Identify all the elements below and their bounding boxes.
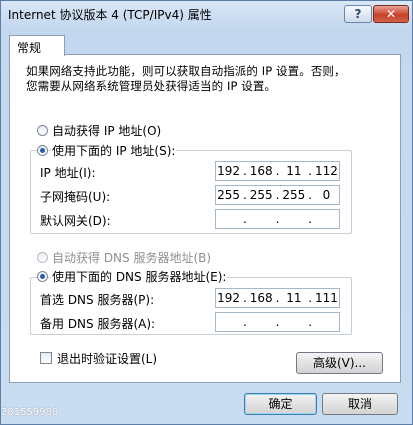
alternate-dns-input[interactable]: ... [215, 312, 340, 332]
dns-manual-radio[interactable] [37, 271, 48, 282]
window-title: Internet 协议版本 4 (TCP/IPv4) 属性 [8, 8, 212, 22]
watermark-text: 281559980 [1, 407, 59, 418]
gateway-label: 默认网关(D): [40, 214, 111, 228]
subnet-mask-label: 子网掩码(U): [40, 190, 111, 204]
alternate-dns-label: 备用 DNS 服务器(A): [40, 317, 156, 331]
validate-label[interactable]: 退出时验证设置(L) [56, 350, 159, 367]
description-line-1: 如果网络支持此功能，则可以获取自动指派的 IP 设置。否则， [26, 64, 346, 78]
gateway-input[interactable]: ... [215, 209, 340, 229]
preferred-dns-label: 首选 DNS 服务器(P): [40, 293, 155, 307]
subnet-mask-input[interactable]: 255. 255. 255. 0 [215, 185, 340, 205]
title-bar[interactable]: Internet 协议版本 4 (TCP/IPv4) 属性 ? ✕ [1, 1, 412, 27]
ok-button[interactable]: 确定 [244, 393, 317, 415]
help-button[interactable]: ? [344, 5, 372, 23]
ip-address-label: IP 地址(I): [40, 166, 96, 180]
cancel-button[interactable]: 取消 [322, 393, 398, 415]
close-button[interactable]: ✕ [373, 5, 409, 23]
validate-checkbox[interactable] [40, 352, 52, 364]
ip-auto-radio[interactable] [37, 125, 48, 136]
tab-general[interactable]: 常规 [9, 35, 65, 56]
advanced-button[interactable]: 高级(V)... [296, 352, 383, 374]
preferred-dns-input[interactable]: 192. 168. 11. 111 [215, 288, 340, 308]
ip-address-input[interactable]: 192. 168. 11. 112 [215, 161, 340, 181]
dns-auto-label[interactable]: 自动获得 DNS 服务器地址(B) [51, 249, 213, 266]
description-text: 如果网络支持此功能，则可以获取自动指派的 IP 设置。否则， 您需要从网络系统管… [26, 64, 346, 94]
dns-auto-radio[interactable] [37, 252, 48, 263]
ip-auto-label[interactable]: 自动获得 IP 地址(O) [51, 122, 163, 139]
dns-manual-label[interactable]: 使用下面的 DNS 服务器地址(E): [51, 268, 228, 285]
description-line-2: 您需要从网络系统管理员处获得适当的 IP 设置。 [26, 79, 277, 93]
ip-manual-label[interactable]: 使用下面的 IP 地址(S): [51, 142, 177, 159]
ip-manual-radio[interactable] [37, 145, 48, 156]
